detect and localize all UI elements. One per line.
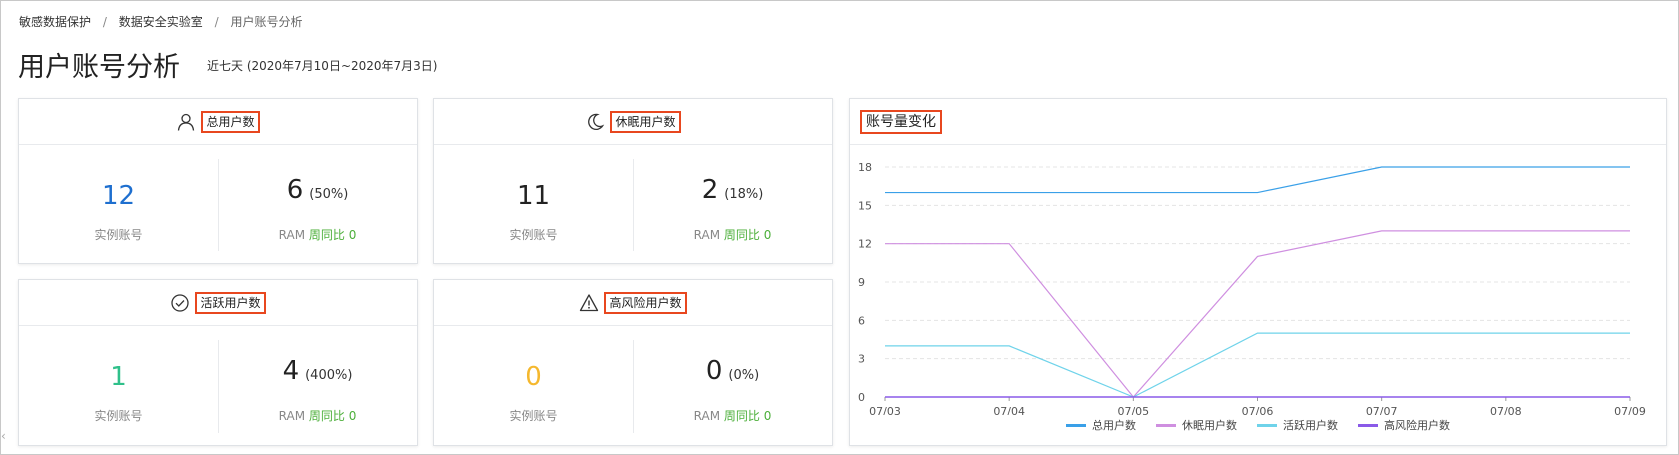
card-header: 总用户数 xyxy=(19,99,417,145)
card-header: 活跃用户数 xyxy=(19,280,417,326)
legend-swatch xyxy=(1066,423,1086,427)
instance-account-stat: 12 实例账号 xyxy=(19,144,218,263)
breadcrumb-separator: / xyxy=(214,15,219,29)
high-risk-users-card: 高风险用户数 0 实例账号 0 (0%) RAM 周同比 0 xyxy=(433,279,833,446)
ram-label: RAM xyxy=(693,228,721,242)
chart-legend: 总用户数 休眠用户数 活跃用户数 高风险用户数 xyxy=(850,417,1666,433)
instance-account-value: 1 xyxy=(110,362,127,392)
instance-account-value: 0 xyxy=(525,362,542,392)
active-users-card: 活跃用户数 1 实例账号 4 (400%) RAM 周同比 0 xyxy=(18,279,418,446)
chevron-left-icon: ‹ xyxy=(1,429,6,443)
ram-account-stat: 4 (400%) RAM 周同比 0 xyxy=(218,325,417,445)
ram-account-percent: (0%) xyxy=(728,368,760,383)
breadcrumb-current: 用户账号分析 xyxy=(230,15,303,29)
ram-account-percent: (18%) xyxy=(724,187,764,202)
legend-item[interactable]: 休眠用户数 xyxy=(1156,417,1237,433)
legend-label: 活跃用户数 xyxy=(1283,419,1338,432)
card-title: 休眠用户数 xyxy=(610,110,681,133)
y-tick-label: 3 xyxy=(858,353,865,366)
x-tick-label: 07/07 xyxy=(1366,405,1398,415)
series-line-2 xyxy=(885,332,1630,398)
chart-header: 账号量变化 xyxy=(850,99,1666,145)
card-header: 高风险用户数 xyxy=(434,280,832,326)
y-tick-label: 18 xyxy=(858,161,872,174)
breadcrumb-item-sensitive-data[interactable]: 敏感数据保护 xyxy=(19,15,91,29)
x-tick-label: 07/05 xyxy=(1117,405,1149,415)
moon-icon xyxy=(585,112,605,132)
legend-item[interactable]: 活跃用户数 xyxy=(1257,417,1338,433)
legend-label: 高风险用户数 xyxy=(1384,419,1450,432)
y-tick-label: 6 xyxy=(858,314,865,327)
collapse-sidebar-handle[interactable]: ‹ xyxy=(1,429,9,453)
page-frame: 敏感数据保护 / 数据安全实验室 / 用户账号分析 用户账号分析 近七天 (20… xyxy=(0,0,1679,455)
legend-item[interactable]: 总用户数 xyxy=(1066,417,1136,433)
line-chart: 0 3 6 9 12 15 18 07/03 07/04 07/05 07/06 07/07 07/08… xyxy=(858,161,1646,415)
legend-swatch xyxy=(1358,423,1378,427)
week-compare: 周同比 0 xyxy=(723,228,772,242)
y-tick-label: 0 xyxy=(858,391,865,404)
page-subtitle: 近七天 (2020年7月10日~2020年7月3日) xyxy=(207,59,438,73)
legend-label: 总用户数 xyxy=(1092,419,1136,432)
breadcrumb-item-security-lab[interactable]: 数据安全实验室 xyxy=(119,15,203,29)
ram-account-stat: 0 (0%) RAM 周同比 0 xyxy=(633,325,832,445)
ram-account-value: 2 xyxy=(701,175,719,205)
legend-swatch xyxy=(1156,423,1176,427)
y-tick-label: 15 xyxy=(858,199,872,212)
check-circle-icon xyxy=(170,293,190,313)
total-users-card: 总用户数 12 实例账号 6 (50%) RAM 周同比 0 xyxy=(18,98,418,264)
ram-account-stat: 6 (50%) RAM 周同比 0 xyxy=(218,144,417,263)
dormant-users-card: 休眠用户数 11 实例账号 2 (18%) RAM 周同比 0 xyxy=(433,98,833,264)
ram-account-stat: 2 (18%) RAM 周同比 0 xyxy=(633,144,832,263)
y-tick-label: 12 xyxy=(858,238,872,251)
card-title: 活跃用户数 xyxy=(195,291,266,314)
card-header: 休眠用户数 xyxy=(434,99,832,145)
instance-account-label: 实例账号 xyxy=(94,228,143,242)
card-title: 总用户数 xyxy=(201,110,260,133)
ram-label: RAM xyxy=(278,228,306,242)
instance-account-value: 11 xyxy=(516,181,551,211)
ram-account-percent: (400%) xyxy=(305,368,353,383)
ram-account-value: 6 xyxy=(286,175,304,205)
x-tick-label: 07/03 xyxy=(869,405,901,415)
instance-account-label: 实例账号 xyxy=(94,409,143,423)
ram-label: RAM xyxy=(278,409,306,423)
instance-account-stat: 0 实例账号 xyxy=(434,325,633,445)
instance-account-label: 实例账号 xyxy=(509,409,558,423)
series-line-1 xyxy=(885,230,1630,398)
account-trend-chart-card: 账号量变化 0 3 6 9 12 15 18 07/03 07/04 07/05 07/06 07/0… xyxy=(849,98,1667,446)
x-tick-label: 07/08 xyxy=(1490,405,1522,415)
legend-item[interactable]: 高风险用户数 xyxy=(1358,417,1450,433)
page-title: 用户账号分析 xyxy=(18,52,180,83)
user-icon xyxy=(176,112,196,132)
ram-account-value: 4 xyxy=(282,356,300,386)
legend-swatch xyxy=(1257,423,1277,427)
breadcrumb-separator: / xyxy=(102,15,107,29)
week-compare: 周同比 0 xyxy=(308,409,357,423)
legend-label: 休眠用户数 xyxy=(1182,419,1237,432)
x-tick-label: 07/09 xyxy=(1614,405,1646,415)
ram-account-value: 0 xyxy=(705,356,723,386)
card-title: 高风险用户数 xyxy=(604,291,687,314)
instance-account-stat: 1 实例账号 xyxy=(19,325,218,445)
x-tick-label: 07/04 xyxy=(993,405,1025,415)
instance-account-label: 实例账号 xyxy=(509,228,558,242)
breadcrumb: 敏感数据保护 / 数据安全实验室 / 用户账号分析 xyxy=(19,13,302,30)
ram-account-percent: (50%) xyxy=(309,187,349,202)
series-line-0 xyxy=(885,166,1630,194)
week-compare: 周同比 0 xyxy=(723,409,772,423)
instance-account-value: 12 xyxy=(101,181,136,211)
x-tick-label: 07/06 xyxy=(1242,405,1274,415)
ram-label: RAM xyxy=(693,409,721,423)
chart-title: 账号量变化 xyxy=(860,110,942,134)
instance-account-stat: 11 实例账号 xyxy=(434,144,633,263)
y-tick-label: 9 xyxy=(858,276,865,289)
week-compare: 周同比 0 xyxy=(308,228,357,242)
warning-icon xyxy=(579,293,599,313)
